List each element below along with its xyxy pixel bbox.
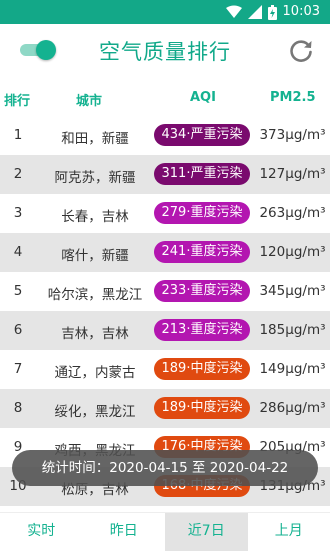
wifi-icon [226, 5, 242, 19]
header-city: 城市 [76, 90, 102, 109]
aqi-badge: 189·中度污染 [154, 358, 250, 380]
row-rank: 8 [0, 400, 36, 416]
header-pm: PM2.5 [270, 90, 316, 105]
table-row[interactable]: 7 通辽，内蒙古 189·中度污染 149μg/m³ [0, 350, 330, 389]
header-rank: 排行 [4, 90, 30, 109]
battery-icon [268, 5, 277, 20]
row-city: 绥化，黑龙江 [36, 400, 154, 420]
table-row[interactable]: 4 喀什，新疆 241·重度污染 120μg/m³ [0, 233, 330, 272]
header-aqi: AQI [190, 90, 216, 105]
row-pm: 149μg/m³ [255, 361, 330, 377]
table-row[interactable]: 6 吉林，吉林 213·重度污染 185μg/m³ [0, 311, 330, 350]
status-icons: 10:03 [226, 4, 320, 20]
app-bar: 空气质量排行 [0, 24, 330, 80]
row-rank: 6 [0, 322, 36, 338]
table-row[interactable]: 8 绥化，黑龙江 189·中度污染 286μg/m³ [0, 389, 330, 428]
row-city: 哈尔滨，黑龙江 [36, 283, 154, 303]
row-pm: 120μg/m³ [255, 244, 330, 260]
row-pm: 373μg/m³ [255, 127, 330, 143]
aqi-badge: 311·严重污染 [154, 163, 250, 185]
tab-realtime[interactable]: 实时 [0, 513, 83, 551]
row-city: 和田，新疆 [36, 127, 154, 147]
row-city: 阿克苏，新疆 [36, 166, 154, 186]
bottom-tab-bar: 实时 昨日 近7日 上月 [0, 512, 330, 551]
aqi-badge: 279·重度污染 [154, 202, 250, 224]
aqi-badge: 189·中度污染 [154, 397, 250, 419]
row-rank: 1 [0, 127, 36, 143]
row-rank: 5 [0, 283, 36, 299]
row-pm: 185μg/m³ [255, 322, 330, 338]
aqi-badge: 233·重度污染 [154, 280, 250, 302]
tab-yesterday[interactable]: 昨日 [83, 513, 166, 551]
signal-icon [248, 5, 262, 19]
table-row[interactable]: 5 哈尔滨，黑龙江 233·重度污染 345μg/m³ [0, 272, 330, 311]
row-city: 吉林，吉林 [36, 322, 154, 342]
row-rank: 2 [0, 166, 36, 182]
refresh-icon[interactable] [288, 38, 314, 64]
row-rank: 3 [0, 205, 36, 221]
row-pm: 345μg/m³ [255, 283, 330, 299]
table-row[interactable]: 1 和田，新疆 434·严重污染 373μg/m³ [0, 116, 330, 155]
table-header: 排行 城市 AQI PM2.5 [0, 80, 330, 116]
row-pm: 263μg/m³ [255, 205, 330, 221]
row-city: 长春，吉林 [36, 205, 154, 225]
ranking-list: 1 和田，新疆 434·严重污染 373μg/m³ 2 阿克苏，新疆 311·严… [0, 116, 330, 506]
toast-message: 统计时间：2020-04-15 至 2020-04-22 [12, 450, 318, 486]
tab-last-7-days[interactable]: 近7日 [165, 513, 248, 551]
row-city: 通辽，内蒙古 [36, 361, 154, 381]
aqi-badge: 213·重度污染 [154, 319, 250, 341]
aqi-badge: 434·严重污染 [154, 124, 250, 146]
table-row[interactable]: 2 阿克苏，新疆 311·严重污染 127μg/m³ [0, 155, 330, 194]
page-title: 空气质量排行 [0, 36, 330, 66]
status-bar: 10:03 [0, 0, 330, 24]
tab-last-month[interactable]: 上月 [248, 513, 330, 551]
status-time: 10:03 [283, 4, 320, 20]
row-rank: 7 [0, 361, 36, 377]
aqi-badge: 241·重度污染 [154, 241, 250, 263]
table-row[interactable]: 3 长春，吉林 279·重度污染 263μg/m³ [0, 194, 330, 233]
row-city: 喀什，新疆 [36, 244, 154, 264]
row-rank: 4 [0, 244, 36, 260]
row-pm: 127μg/m³ [255, 166, 330, 182]
row-pm: 286μg/m³ [255, 400, 330, 416]
